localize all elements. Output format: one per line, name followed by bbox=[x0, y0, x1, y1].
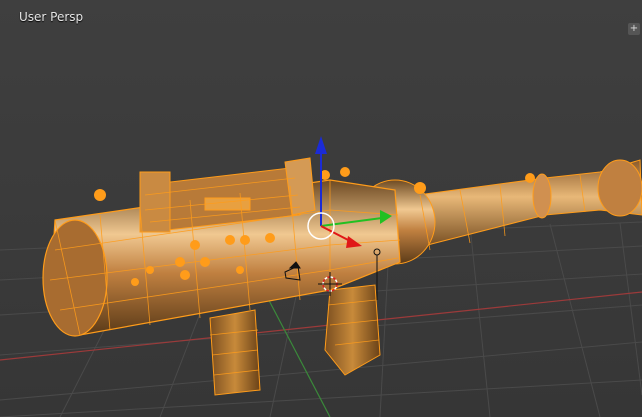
launcher-mesh[interactable] bbox=[42, 157, 642, 396]
viewport-canvas[interactable] bbox=[0, 0, 642, 417]
viewport-corner-plus-button[interactable]: + bbox=[628, 23, 640, 35]
3d-viewport[interactable]: User Persp + bbox=[0, 0, 642, 417]
viewport-view-label: User Persp bbox=[19, 10, 84, 24]
